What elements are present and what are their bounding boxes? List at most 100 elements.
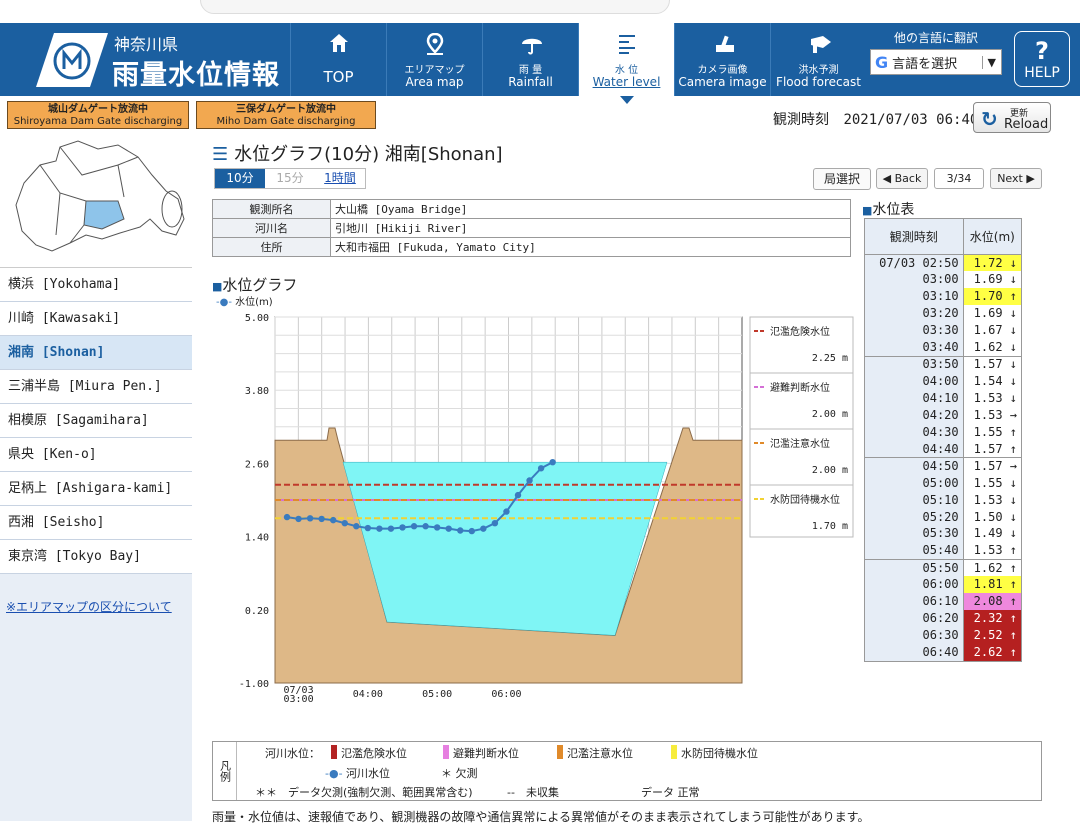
wl-value: 1.72 ↓ — [962, 254, 1023, 272]
language-select[interactable]: G 言語を選択 ▼ — [870, 49, 1002, 75]
wl-row: 06:00 1.81 ↑ — [864, 576, 1023, 594]
data-point — [491, 519, 499, 527]
tab-1hour[interactable]: 1時間 — [315, 169, 365, 188]
nav-water-level-label-en: Water level — [592, 75, 661, 89]
wl-row: 04:20 1.53 → — [864, 406, 1023, 424]
graph-title-text: 水位グラフ — [222, 276, 298, 294]
wl-time: 04:00 — [864, 373, 964, 390]
observation-time: 観測時刻 2021/07/03 06:40 — [773, 109, 978, 129]
wl-time: 04:10 — [864, 390, 964, 407]
wl-value: 2.52 ↑ — [962, 627, 1023, 645]
area-map-info-link[interactable]: ※エリアマップの区分について — [0, 574, 192, 615]
badge-jp: 三保ダムゲート放流中 — [236, 104, 336, 115]
google-icon: G — [875, 52, 889, 72]
area-map[interactable] — [0, 135, 192, 268]
nav-area-map[interactable]: エリアマップ Area map — [386, 23, 482, 96]
browser-top-strip — [0, 0, 1080, 23]
wl-time: 07/03 02:50 — [864, 254, 964, 272]
x-tick-label: 06:00 — [491, 689, 521, 700]
nav-camera-image[interactable]: カメラ画像 Camera image — [674, 23, 770, 96]
reload-button[interactable]: ↻ 更新 Reload — [973, 102, 1051, 133]
legend-item: 水防団待機水位 — [671, 745, 758, 761]
wl-row: 03:40 1.62 ↓ — [864, 339, 1023, 357]
sidebar-item-ken-o[interactable]: 県央 [Ken-o] — [0, 438, 192, 472]
umbrella-icon — [522, 38, 542, 55]
legend-item-label: 氾濫注意水位 — [567, 747, 633, 760]
wl-value: 1.53 → — [962, 406, 1023, 424]
wl-value: 1.53 ↓ — [962, 390, 1023, 407]
x-tick-label: 03:00 — [283, 694, 313, 705]
wl-col-time: 観測時刻 — [864, 218, 964, 255]
nav-top[interactable]: TOP — [290, 23, 386, 96]
threshold-name: 氾濫注意水位 — [770, 437, 830, 450]
help-button[interactable]: ? HELP — [1014, 31, 1070, 87]
nav-water-level[interactable]: 水 位 Water level — [578, 23, 674, 104]
wl-row: 06:20 2.32 ↑ — [864, 610, 1023, 628]
data-point — [283, 513, 291, 521]
sidebar-item-yokohama[interactable]: 横浜 [Yokohama] — [0, 268, 192, 302]
threshold-value: 2.00 m — [812, 409, 848, 420]
wl-time: 04:50 — [864, 457, 964, 475]
wl-row: 05:40 1.53 ↑ — [864, 542, 1023, 560]
wl-row: 07/03 02:50 1.72 ↓ — [864, 254, 1023, 272]
miho-dam-badge[interactable]: 三保ダムゲート放流中 Miho Dam Gate discharging — [196, 101, 376, 129]
sidebar-item-sagamihara[interactable]: 相模原 [Sagamihara] — [0, 404, 192, 438]
reload-label-en: Reload — [1004, 117, 1049, 132]
info-value: 大山橋 [Oyama Bridge] — [330, 199, 851, 219]
legend-note-missing-data: ＊＊ データ欠測(強制欠測、範囲異常含む) — [255, 786, 473, 799]
wl-row: 04:50 1.57 → — [864, 457, 1023, 475]
megaphone-icon — [811, 36, 831, 53]
kanagawa-logo-icon[interactable] — [36, 33, 108, 87]
wl-time: 06:40 — [864, 644, 964, 662]
tab-15min[interactable]: 15分 — [265, 169, 315, 188]
y-tick-label: 1.40 — [245, 533, 269, 544]
back-button[interactable]: ◀ Back — [876, 168, 928, 189]
nav-rainfall[interactable]: 雨 量 Rainfall — [482, 23, 578, 96]
wl-value: 2.32 ↑ — [962, 610, 1023, 628]
legend-item: 避難判断水位 — [443, 745, 519, 761]
sidebar-item-ashigara-kami[interactable]: 足柄上 [Ashigara-kami] — [0, 472, 192, 506]
nav-area-map-label-en: Area map — [405, 75, 464, 89]
sidebar-item-tokyo-bay[interactable]: 東京湾 [Tokyo Bay] — [0, 540, 192, 574]
nav-camera-label-en: Camera image — [678, 75, 767, 89]
help-question-icon: ? — [1035, 37, 1049, 65]
water-level-chart: 5.003.802.601.400.20-1.0007/0303:00 04:00… — [239, 313, 854, 705]
wl-time: 03:30 — [864, 322, 964, 340]
info-value: 大和市福田 [Fukuda, Yamato City] — [330, 237, 851, 257]
wl-time: 04:30 — [864, 423, 964, 441]
wl-time: 05:30 — [864, 525, 964, 543]
wl-value: 1.50 ↓ — [962, 508, 1023, 526]
wl-value: 2.62 ↑ — [962, 644, 1023, 662]
data-point — [364, 524, 372, 532]
wl-value: 1.62 ↓ — [962, 339, 1023, 357]
wl-row: 05:20 1.50 ↓ — [864, 508, 1023, 526]
sidebar-item-seisho[interactable]: 西湘 [Seisho] — [0, 506, 192, 540]
sidebar-item-miura[interactable]: 三浦半島 [Miura Pen.] — [0, 370, 192, 404]
water-fill — [342, 461, 668, 636]
threshold-value: 1.70 m — [812, 521, 848, 532]
series-marker-icon: -●- — [325, 767, 343, 780]
tab-10min[interactable]: 10分 — [215, 169, 265, 188]
data-point — [445, 525, 452, 532]
wl-row: 04:40 1.57 ↑ — [864, 440, 1023, 458]
data-point — [330, 516, 337, 524]
sidebar-item-shonan[interactable]: 湘南 [Shonan] — [0, 336, 192, 370]
station-select-button[interactable]: 局選択 — [813, 168, 871, 190]
wl-value: 1.81 ↑ — [962, 576, 1023, 594]
wl-time: 04:20 — [864, 406, 964, 424]
nav-flood-forecast[interactable]: 洪水予測 Flood forecast — [770, 23, 866, 96]
interval-tabs: 10分 15分 1時間 — [214, 168, 366, 189]
translate-label: 他の言語に翻訳 — [893, 31, 978, 45]
legend-swatch — [557, 745, 563, 759]
threshold-value: 2.00 m — [812, 465, 848, 476]
wl-value: 1.70 ↑ — [962, 288, 1023, 306]
next-button[interactable]: Next ▶ — [990, 168, 1042, 189]
graph-title: ■水位グラフ — [212, 274, 297, 295]
site-title[interactable]: 雨量水位情報 — [112, 53, 280, 92]
station-info-table: 観測所名 大山橋 [Oyama Bridge] 河川名 引地川 [Hikiji Ri… — [212, 199, 851, 257]
shiroyama-dam-badge[interactable]: 城山ダムゲート放流中 Shiroyama Dam Gate dischargin… — [7, 101, 189, 129]
sidebar-item-kawasaki[interactable]: 川崎 [Kawasaki] — [0, 302, 192, 336]
water-level-table: 観測時刻 水位(m) 07/03 02:50 1.72 ↓ 03:00 1.69 ↓ 03… — [864, 218, 1023, 662]
data-point — [433, 524, 441, 531]
data-point — [480, 525, 487, 532]
